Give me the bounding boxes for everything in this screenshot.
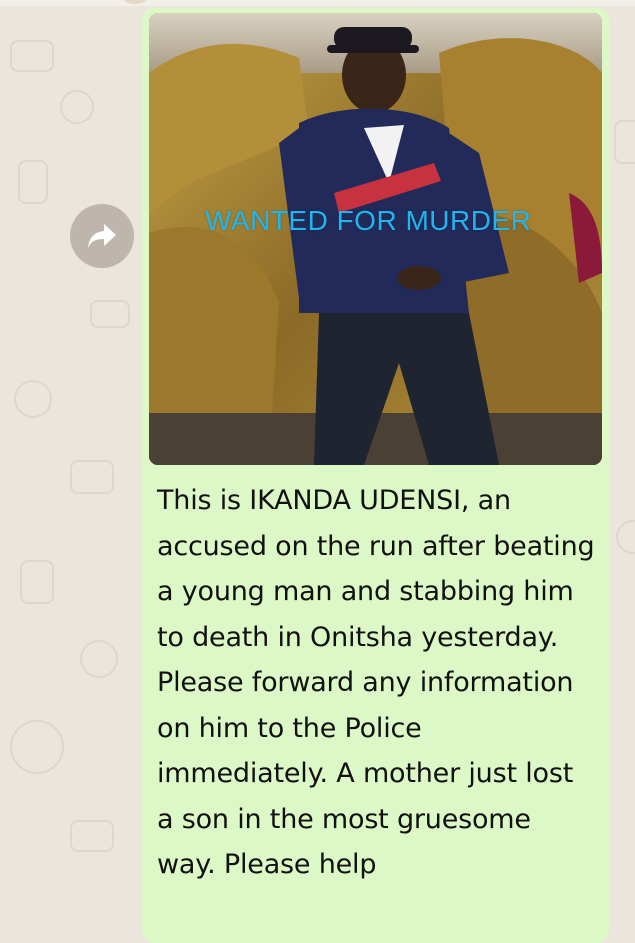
message-bubble[interactable]: WANTED FOR MURDER This is IKANDA UDENSI,… [142, 8, 609, 943]
doodle-gamepad-icon [70, 820, 114, 852]
doodle-chat-icon [70, 460, 114, 494]
doodle-smile-icon [616, 520, 635, 554]
image-caption: WANTED FOR MURDER [205, 205, 532, 236]
doodle-clock-icon [60, 90, 94, 124]
doodle-camera-icon [90, 300, 130, 328]
doodle-cup-icon [20, 560, 54, 604]
doodle-whatsapp-icon [10, 720, 64, 774]
doodle-globe-icon [14, 380, 52, 418]
avatar-edge [124, 0, 146, 4]
doodle-bell-icon [614, 120, 635, 164]
message-photo[interactable]: WANTED FOR MURDER [149, 13, 602, 465]
previous-message-edge [0, 0, 635, 6]
doodle-heart-icon [80, 640, 118, 678]
forward-button[interactable] [70, 204, 134, 268]
photo-scene [149, 13, 602, 465]
doodle-phone-icon [18, 160, 48, 204]
forward-arrow-icon [88, 224, 116, 248]
doodle-envelope-icon [10, 40, 54, 72]
message-text: This is IKANDA UDENSI, an accused on the… [157, 485, 595, 880]
